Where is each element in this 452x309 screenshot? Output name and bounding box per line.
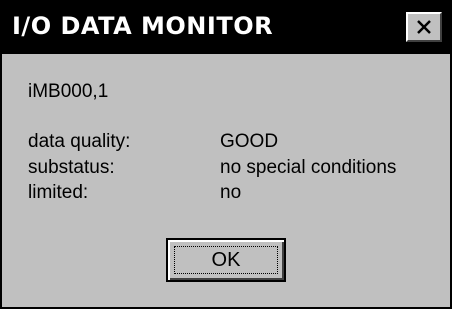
limited-label: limited: [28,182,89,203]
limited-value: no [220,182,242,203]
io-address: iMB000,1 [28,81,109,102]
title-bar[interactable]: I/O DATA MONITOR [2,2,450,54]
close-icon [417,20,431,34]
data-quality-value: GOOD [220,131,279,152]
ok-button[interactable]: OK [166,238,286,282]
close-button[interactable] [406,12,442,42]
ok-button-label: OK [211,249,241,271]
io-data-monitor-dialog: I/O DATA MONITOR iMB000,1 data quality: … [0,0,452,309]
window-title: I/O DATA MONITOR [12,12,274,40]
substatus-value: no special conditions [220,157,397,178]
data-quality-label: data quality: [28,131,131,152]
substatus-label: substatus: [28,157,115,178]
